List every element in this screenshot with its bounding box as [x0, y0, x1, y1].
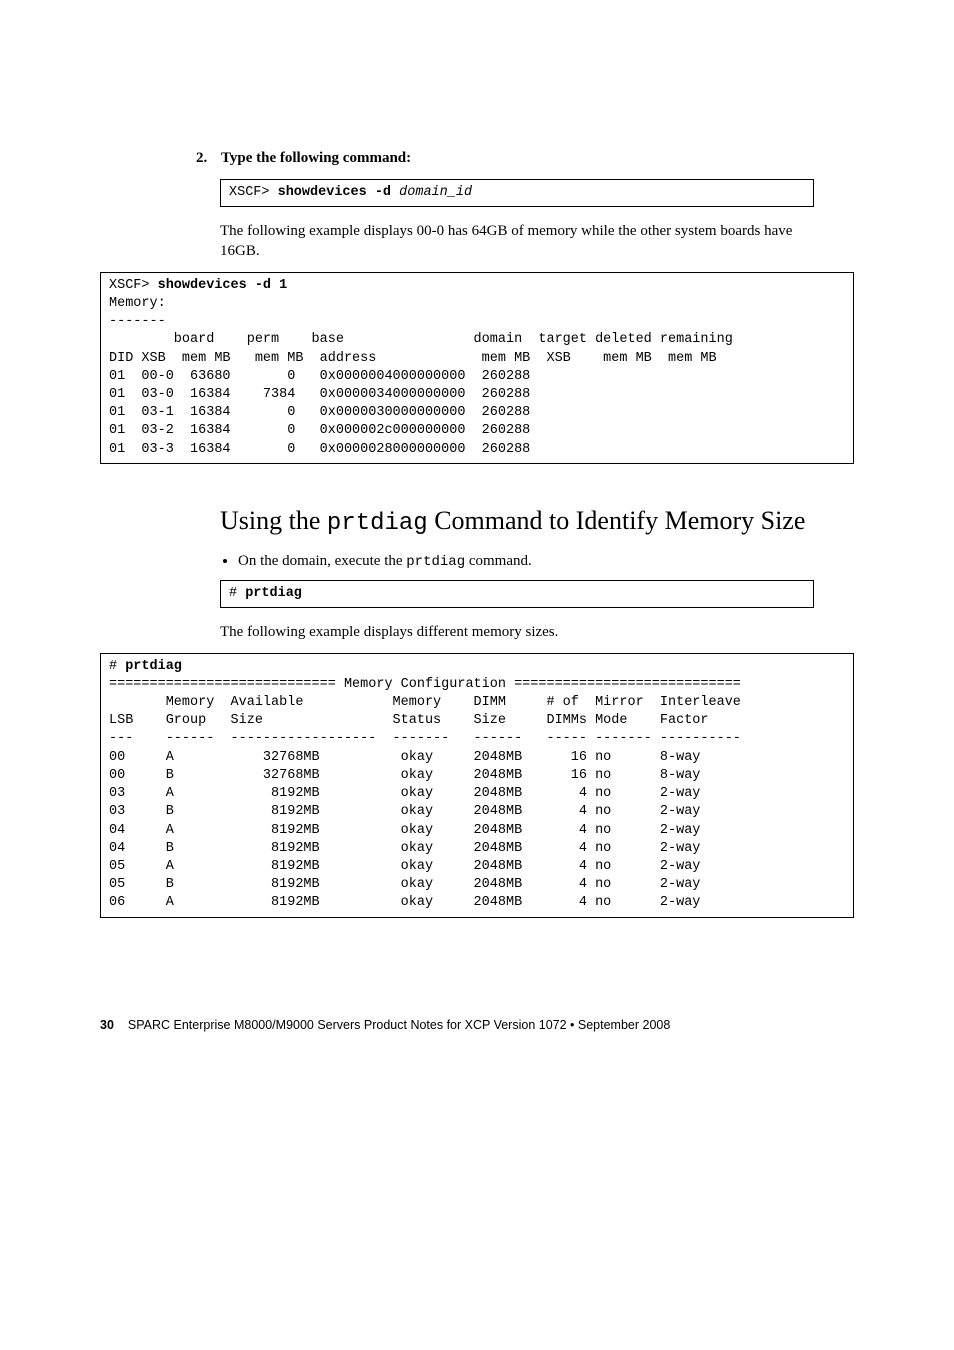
- bullet-pre: On the domain, execute the: [238, 553, 406, 569]
- command-text: prtdiag: [245, 586, 302, 601]
- prompt-text: #: [229, 586, 245, 601]
- bullet-code: prtdiag: [406, 554, 465, 570]
- page-container: 2. Type the following command: XSCF> sho…: [0, 0, 954, 1092]
- bullet-post: command.: [465, 553, 532, 569]
- section-heading-prtdiag: Using the prtdiag Command to Identify Me…: [220, 504, 814, 539]
- prompt-text: XSCF>: [229, 185, 278, 200]
- command-arg: domain_id: [399, 185, 472, 200]
- command-text: showdevices -d 1: [158, 278, 288, 293]
- prompt-text: XSCF>: [109, 278, 158, 293]
- page-footer: 30 SPARC Enterprise M8000/M9000 Servers P…: [100, 1018, 854, 1032]
- output-body: ============================ Memory Conf…: [109, 677, 741, 911]
- footer-text: SPARC Enterprise M8000/M9000 Servers Pro…: [128, 1018, 670, 1032]
- paragraph-example-intro-1: The following example displays 00-0 has …: [220, 221, 814, 262]
- step-number: 2.: [196, 150, 207, 166]
- command-box-prtdiag-usage: # prtdiag: [220, 580, 814, 608]
- command-text: showdevices -d: [278, 185, 400, 200]
- command-box-showdevices-usage: XSCF> showdevices -d domain_id: [220, 179, 814, 207]
- bullet-list: On the domain, execute the prtdiag comma…: [220, 553, 814, 570]
- step-line: 2. Type the following command:: [196, 150, 854, 167]
- prompt-text: #: [109, 659, 125, 674]
- paragraph-example-intro-2: The following example displays different…: [220, 622, 814, 642]
- command-text: prtdiag: [125, 659, 182, 674]
- heading-post: Command to Identify Memory Size: [428, 506, 806, 535]
- heading-code: prtdiag: [327, 510, 428, 537]
- command-box-showdevices-output: XSCF> showdevices -d 1 Memory: ------- b…: [100, 272, 854, 464]
- command-box-prtdiag-output: # prtdiag ============================ M…: [100, 653, 854, 918]
- list-item: On the domain, execute the prtdiag comma…: [238, 553, 814, 570]
- heading-pre: Using the: [220, 506, 327, 535]
- step-instruction: Type the following command:: [221, 150, 411, 166]
- page-number: 30: [100, 1018, 114, 1032]
- output-body: Memory: ------- board perm base domain t…: [109, 296, 733, 457]
